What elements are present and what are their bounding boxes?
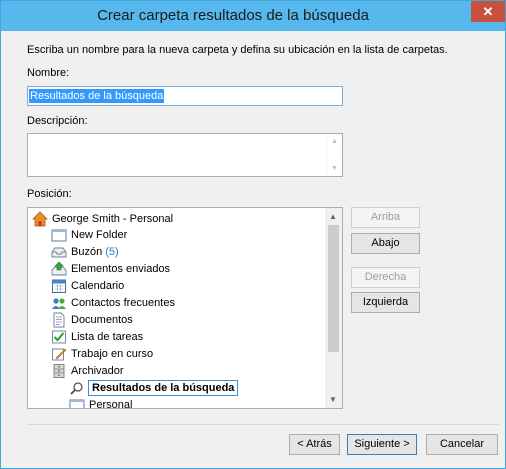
documents-icon [53, 312, 65, 328]
folder-icon [51, 229, 67, 242]
name-input[interactable]: Resultados de la búsqueda [27, 86, 343, 106]
sent-items-icon [51, 261, 67, 276]
contacts-icon [52, 298, 66, 309]
close-button[interactable]: ✕ [471, 1, 505, 22]
tree-item-label: Personal [89, 399, 133, 409]
tree-item-label: Lista de tareas [71, 331, 144, 343]
tree-item-label: Calendario [71, 280, 125, 292]
scroll-down-arrow-icon[interactable]: ▼ [330, 165, 339, 172]
move-left-button[interactable]: Izquierda [351, 292, 420, 313]
description-input[interactable]: ▲ ▼ [27, 133, 343, 177]
calendar-icon [52, 279, 66, 293]
back-button[interactable]: < Atrás [289, 434, 340, 455]
close-icon: ✕ [482, 4, 494, 19]
tasks-icon [52, 330, 66, 344]
scroll-down-arrow-icon[interactable]: ▼ [329, 395, 337, 404]
move-right-button[interactable]: Derecha [351, 267, 420, 288]
dialog-window: Crear carpeta resultados de la búsqueda … [0, 0, 506, 469]
dialog-content: Escriba un nombre para la nueva carpeta … [1, 31, 505, 468]
unread-count: (5) [105, 246, 119, 258]
instructions-text: Escriba un nombre para la nueva carpeta … [27, 44, 448, 56]
tree-item-label: Archivador [71, 365, 124, 377]
scroll-up-arrow-icon[interactable]: ▲ [330, 138, 339, 145]
cancel-button[interactable]: Cancelar [426, 434, 498, 455]
search-folder-icon [70, 382, 83, 395]
position-label: Posición: [27, 188, 72, 200]
move-up-button[interactable]: Arriba [351, 207, 420, 228]
name-label: Nombre: [27, 67, 70, 79]
archive-icon [53, 364, 65, 378]
dialog-title: Crear carpeta resultados de la búsqueda [97, 7, 369, 24]
next-button[interactable]: Siguiente > [347, 434, 417, 455]
tree-scrollbar[interactable]: ▲ ▼ [325, 208, 342, 408]
home-icon [32, 211, 48, 227]
tree-item-label: Buzón (5) [71, 246, 119, 258]
folder-icon [69, 399, 85, 408]
tree-item-label: Resultados de la búsqueda [88, 380, 239, 396]
tree-item-label: Trabajo en curso [71, 348, 154, 360]
tree-item-label: George Smith - Personal [52, 213, 174, 225]
name-input-value: Resultados de la búsqueda [29, 89, 165, 103]
title-bar[interactable]: Crear carpeta resultados de la búsqueda … [1, 1, 505, 31]
footer-separator [27, 424, 499, 425]
description-label: Descripción: [27, 115, 88, 127]
folder-tree[interactable]: George Smith - Personal New Folder Buzón… [27, 207, 343, 409]
work-in-progress-icon [52, 348, 67, 361]
tree-item-label: Elementos enviados [71, 263, 171, 275]
scrollbar-thumb[interactable] [328, 225, 339, 352]
inbox-icon [51, 247, 67, 258]
tree-item-label: New Folder [71, 229, 128, 241]
description-scrollbar[interactable]: ▲ ▼ [326, 134, 342, 176]
scroll-up-arrow-icon[interactable]: ▲ [329, 212, 337, 221]
tree-item-label: Contactos frecuentes [71, 297, 175, 309]
move-down-button[interactable]: Abajo [351, 233, 420, 254]
tree-item-label: Documentos [71, 314, 133, 326]
